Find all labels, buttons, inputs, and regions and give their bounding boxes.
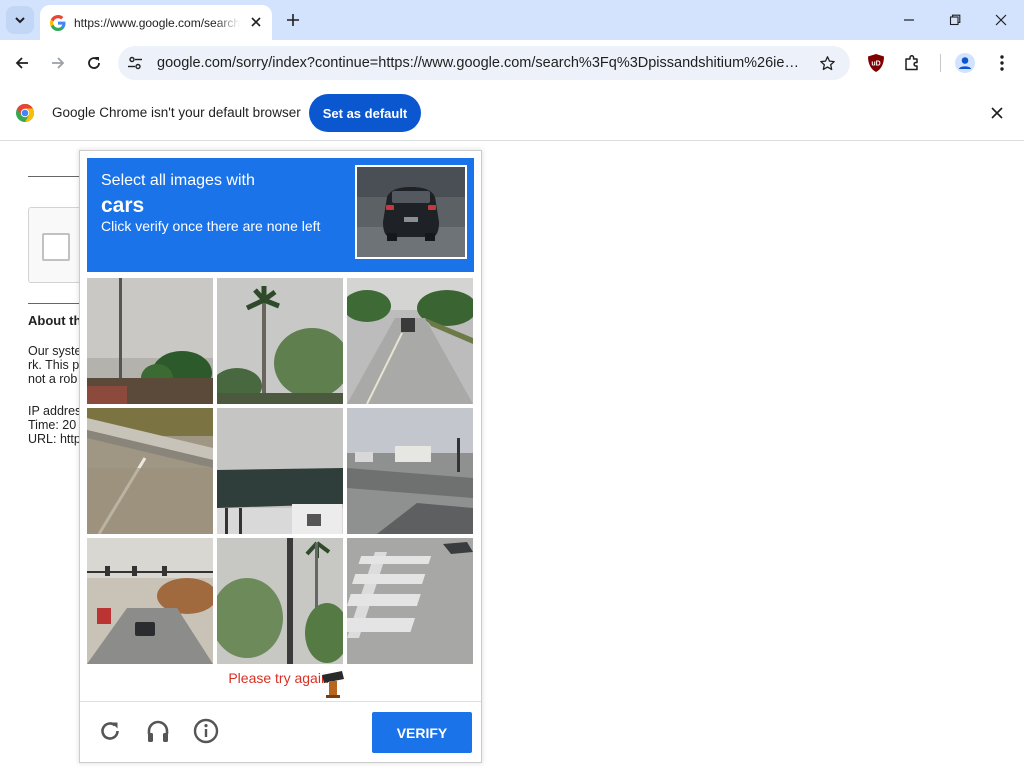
ublock-icon[interactable]: uD: [864, 51, 888, 75]
recaptcha-challenge: Select all images with cars Click verify…: [79, 150, 482, 763]
minimize-icon[interactable]: [886, 0, 932, 40]
image-tile[interactable]: [347, 408, 473, 534]
image-tile[interactable]: [347, 278, 473, 404]
paragraph-line: rk. This p: [28, 358, 80, 372]
ip-address-line: IP addres: [28, 404, 82, 418]
refresh-icon[interactable]: [96, 717, 124, 745]
image-tile[interactable]: [217, 408, 343, 534]
recaptcha-checkbox[interactable]: [42, 233, 70, 261]
about-heading: About th: [28, 313, 82, 328]
verify-button[interactable]: VERIFY: [372, 712, 472, 753]
toolbar-separator: [940, 54, 941, 72]
instruction-subtext: Click verify once there are none left: [101, 218, 321, 234]
close-icon[interactable]: [248, 14, 264, 30]
error-message: Please try again.: [228, 670, 333, 686]
url-line: URL: http: [28, 432, 81, 446]
image-tile[interactable]: [217, 278, 343, 404]
target-keyword: cars: [101, 194, 145, 217]
image-tile[interactable]: [217, 538, 343, 664]
chrome-logo-icon: [16, 104, 34, 122]
image-tile[interactable]: [347, 538, 473, 664]
google-favicon: [50, 14, 66, 31]
paragraph-line: Our syste: [28, 344, 82, 358]
profile-icon[interactable]: [953, 51, 977, 75]
cursor-sticker-icon: [322, 671, 344, 698]
url-text: google.com/sorry/index?continue=https://…: [157, 55, 809, 71]
menu-icon[interactable]: [990, 51, 1014, 75]
tab-title: https://www.google.com/search: [74, 15, 240, 30]
reload-icon[interactable]: [80, 49, 108, 77]
instruction-text: Select all images with: [101, 172, 255, 189]
svg-text:uD: uD: [871, 61, 880, 68]
browser-tab[interactable]: https://www.google.com/search: [40, 5, 272, 40]
challenge-header: Select all images with cars Click verify…: [87, 158, 474, 272]
new-tab-icon[interactable]: [281, 8, 305, 32]
default-browser-infobar: Google Chrome isn't your default browser…: [0, 86, 1024, 141]
image-tile[interactable]: [87, 408, 213, 534]
close-icon[interactable]: [988, 104, 1006, 122]
extensions-icon[interactable]: [900, 51, 924, 75]
toolbar: google.com/sorry/index?continue=https://…: [0, 40, 1024, 86]
star-icon[interactable]: [818, 54, 836, 72]
image-tile[interactable]: [87, 278, 213, 404]
paragraph-line: not a rob: [28, 372, 78, 386]
image-tile[interactable]: [87, 538, 213, 664]
forward-icon[interactable]: [44, 49, 72, 77]
headphones-icon[interactable]: [144, 717, 172, 745]
footer-divider: [80, 701, 481, 702]
address-bar[interactable]: google.com/sorry/index?continue=https://…: [118, 46, 850, 80]
site-settings-icon[interactable]: [126, 54, 144, 72]
close-window-icon[interactable]: [978, 0, 1024, 40]
info-icon[interactable]: [192, 717, 220, 745]
tab-strip: https://www.google.com/search: [0, 0, 1024, 40]
infobar-message: Google Chrome isn't your default browser: [52, 105, 301, 120]
tab-search-icon[interactable]: [6, 6, 34, 34]
sample-image: [355, 165, 467, 259]
image-grid: [87, 278, 474, 664]
time-line: Time: 20: [28, 418, 77, 432]
restore-icon[interactable]: [932, 0, 978, 40]
back-icon[interactable]: [8, 49, 36, 77]
set-as-default-button[interactable]: Set as default: [309, 94, 421, 132]
